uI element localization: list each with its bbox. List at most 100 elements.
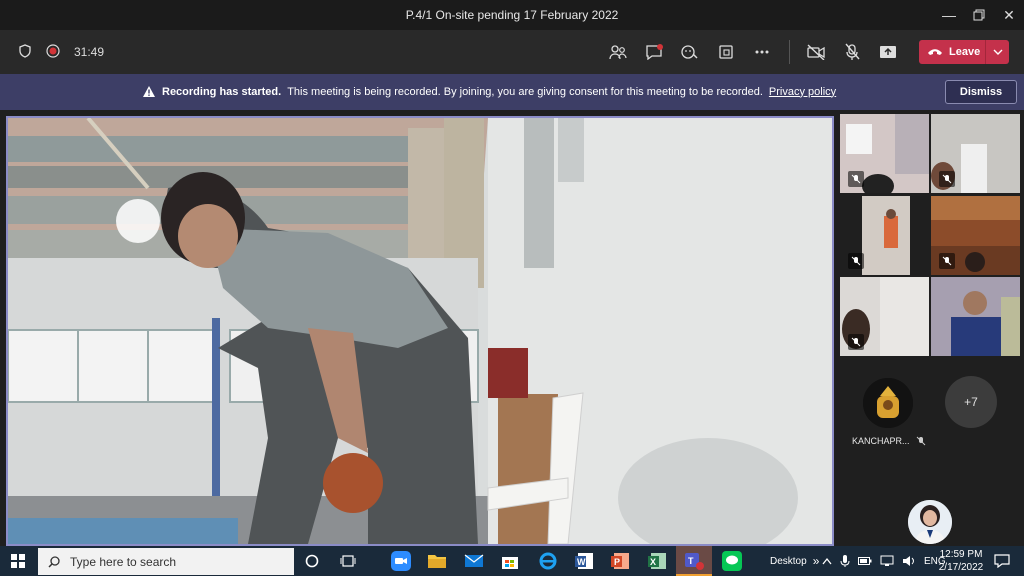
recording-text: This meeting is being recorded. By joini…	[287, 85, 763, 98]
close-button[interactable]: ✕	[992, 0, 1024, 30]
task-view-icon	[340, 555, 356, 567]
mic-off-icon	[848, 334, 864, 350]
share-button[interactable]	[874, 38, 902, 66]
file-explorer-app[interactable]	[425, 549, 449, 573]
participants-button[interactable]	[604, 38, 632, 66]
window-title: P.4/1 On-site pending 17 February 2022	[405, 8, 619, 22]
rooms-button[interactable]	[712, 38, 740, 66]
taskbar-search[interactable]: Type here to search	[38, 548, 294, 575]
privacy-policy-link[interactable]: Privacy policy	[769, 86, 836, 98]
more-actions-button[interactable]	[748, 38, 776, 66]
people-icon	[609, 45, 627, 60]
chat-icon	[646, 44, 663, 60]
main-stage	[0, 110, 838, 546]
recording-icon	[46, 43, 60, 61]
share-icon	[880, 46, 896, 58]
participant-tile[interactable]	[840, 277, 929, 356]
hang-up-icon	[928, 49, 942, 55]
windows-icon	[11, 554, 25, 568]
line-app[interactable]	[720, 549, 744, 573]
teams-app[interactable]: T	[676, 546, 712, 576]
powerpoint-app[interactable]: P	[608, 549, 632, 573]
recording-title: Recording has started.	[162, 85, 282, 98]
leave-options-button[interactable]	[985, 40, 1009, 64]
cortana-button[interactable]	[300, 549, 324, 573]
windows-taskbar: Type here to search W P X T Desktop » EN…	[0, 546, 1024, 576]
clock-time: 12:59 PM	[939, 549, 983, 560]
mail-icon	[464, 554, 484, 567]
zoom-app[interactable]	[389, 549, 413, 573]
participant-avatar[interactable]	[863, 378, 913, 428]
microphone-icon[interactable]	[840, 554, 850, 568]
teams-meeting-window: P.4/1 On-site pending 17 February 2022 —…	[0, 0, 1024, 576]
participant-gallery: KANCHAPR... +7	[838, 110, 1024, 546]
mic-off-icon	[848, 253, 864, 269]
system-tray: ENG	[822, 546, 946, 576]
taskbar-clock[interactable]: 12:59 PM 2/17/2022	[935, 548, 987, 574]
reaction-icon	[681, 45, 698, 59]
chevron-right-icon: »	[812, 554, 820, 568]
participant-tile[interactable]	[931, 277, 1020, 356]
restore-button[interactable]	[962, 0, 996, 30]
edge-app[interactable]	[536, 549, 560, 573]
breakout-icon	[719, 45, 733, 59]
volume-icon[interactable]	[902, 555, 916, 567]
ellipsis-icon	[755, 50, 769, 54]
folder-icon	[428, 555, 446, 568]
task-view-button[interactable]	[336, 549, 360, 573]
minimize-button[interactable]: —	[932, 0, 966, 30]
main-video-feed[interactable]	[6, 116, 834, 546]
desktop-toolbar[interactable]: Desktop »	[770, 546, 819, 576]
network-icon[interactable]	[880, 555, 894, 567]
dismiss-button[interactable]: Dismiss	[945, 80, 1017, 104]
cortana-icon	[305, 554, 319, 568]
participant-tile[interactable]	[931, 196, 1020, 275]
start-button[interactable]	[0, 546, 36, 576]
chevron-up-icon[interactable]	[822, 557, 832, 565]
word-app[interactable]: W	[572, 549, 596, 573]
mic-toggle-button[interactable]	[838, 38, 866, 66]
line-icon	[722, 551, 742, 571]
participant-tile[interactable]	[840, 114, 929, 193]
notification-icon	[994, 554, 1010, 568]
search-placeholder: Type here to search	[70, 554, 177, 569]
title-bar: P.4/1 On-site pending 17 February 2022 —…	[0, 0, 1024, 30]
leave-button[interactable]: Leave	[919, 40, 1009, 64]
excel-app[interactable]: X	[645, 549, 669, 573]
chat-button[interactable]	[640, 38, 668, 66]
mic-off-icon	[848, 171, 864, 187]
reactions-button[interactable]	[676, 38, 704, 66]
toolbar-divider	[789, 40, 790, 64]
clock-date: 2/17/2022	[938, 562, 984, 573]
meeting-toolbar: 31:49 Leave	[0, 30, 1024, 74]
mic-off-icon	[845, 43, 860, 60]
more-participants-button[interactable]: +7	[945, 376, 997, 428]
mic-off-icon	[916, 436, 925, 446]
warning-icon	[143, 86, 155, 97]
mic-off-icon	[939, 171, 955, 187]
camera-off-icon	[807, 44, 825, 60]
chevron-down-icon	[993, 49, 1002, 55]
recording-banner: Recording has started. This meeting is b…	[0, 74, 1024, 110]
teams-icon: T	[676, 553, 712, 576]
self-view-avatar[interactable]	[908, 500, 952, 544]
notifications-button[interactable]	[990, 549, 1014, 573]
participant-tile[interactable]	[840, 196, 929, 275]
battery-icon[interactable]	[858, 557, 872, 565]
mail-app[interactable]	[462, 549, 486, 573]
desktop-label: Desktop	[770, 555, 807, 567]
video-frame	[8, 118, 832, 544]
camera-toggle-button[interactable]	[802, 38, 830, 66]
participant-tile[interactable]	[931, 114, 1020, 193]
zoom-icon	[391, 551, 411, 571]
powerpoint-icon: P	[611, 553, 629, 569]
search-icon	[48, 555, 60, 568]
word-icon: W	[575, 553, 593, 569]
leave-label: Leave	[949, 46, 981, 58]
svg-text:P: P	[614, 557, 620, 567]
store-app[interactable]	[498, 549, 522, 573]
shield-icon[interactable]	[18, 43, 32, 61]
meeting-timer: 31:49	[74, 45, 105, 59]
ie-icon	[539, 552, 557, 570]
excel-icon: X	[648, 553, 666, 569]
